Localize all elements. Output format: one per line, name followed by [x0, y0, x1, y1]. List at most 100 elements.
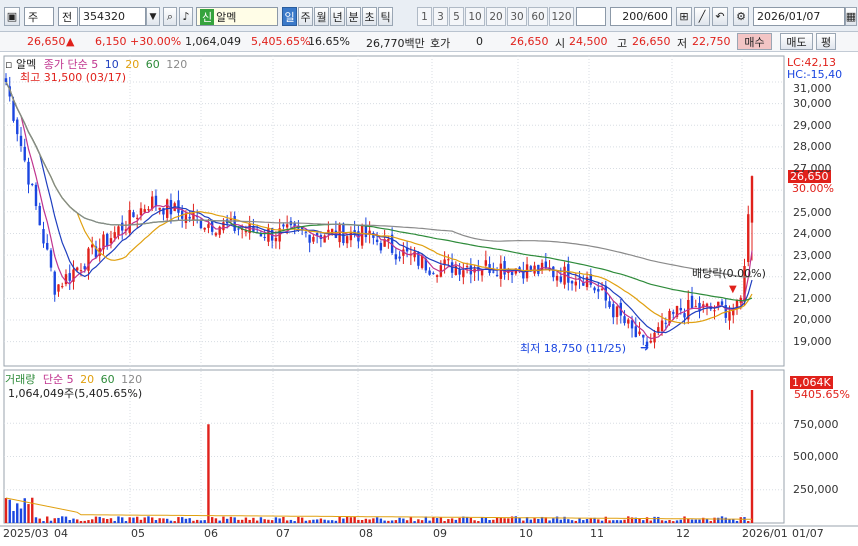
volume-bar — [83, 520, 86, 523]
y-tick: 23,000 — [793, 249, 832, 262]
type-select[interactable]: 전 — [58, 7, 78, 26]
candle-body — [323, 235, 326, 243]
candle-body — [679, 307, 682, 311]
count-field[interactable]: 200/600 — [610, 7, 672, 26]
volume-bar — [739, 517, 742, 523]
period-second-button[interactable]: 초 — [362, 7, 377, 26]
legend-ma20: 20 — [125, 58, 140, 71]
volume-bar — [334, 520, 338, 523]
volume-bar — [49, 520, 53, 523]
candle-body — [199, 220, 203, 229]
candle-body — [79, 270, 83, 272]
interval-select[interactable] — [576, 7, 606, 26]
legend-ma60: 60 — [145, 58, 160, 71]
x-tick: 04 — [54, 527, 68, 540]
market-select[interactable]: 주 — [24, 7, 54, 26]
grid-tool-icon[interactable]: ⊞ — [676, 7, 692, 26]
candle-body — [563, 266, 566, 285]
minute-5-button[interactable]: 5 — [449, 7, 464, 26]
candle-body — [57, 284, 60, 292]
volume-bar — [672, 521, 675, 523]
x-tick: 09 — [433, 527, 447, 540]
current-pct-tag: 30.00% — [792, 182, 834, 195]
calendar-icon[interactable]: ▦ — [845, 7, 857, 26]
x-tick: 05 — [131, 527, 145, 540]
volume-bar — [435, 518, 439, 523]
minute-30-button[interactable]: 30 — [507, 7, 527, 26]
volume-ratio: 5,405.65% — [251, 35, 311, 48]
minute-1-button[interactable]: 1 — [417, 7, 432, 26]
code-input[interactable]: 354320 — [79, 7, 146, 26]
volume-bar — [649, 520, 652, 523]
minute-3-button[interactable]: 3 — [433, 7, 448, 26]
period-day-button[interactable]: 일 — [282, 7, 297, 26]
volume-bar — [16, 503, 19, 523]
candle-body — [379, 242, 383, 251]
volume-bar — [405, 520, 409, 523]
period-week-button[interactable]: 주 — [298, 7, 313, 26]
volume-bar — [664, 520, 667, 523]
dividend-marker-icon: ▼ — [729, 284, 737, 295]
x-tick: 06 — [204, 527, 218, 540]
volume-bar — [402, 518, 405, 523]
volume-bar — [627, 516, 630, 523]
new-badge: 신 — [200, 8, 215, 25]
volume-bar — [154, 520, 158, 523]
period-label: 분 — [348, 10, 359, 24]
volume-bar — [274, 517, 278, 523]
candle-body — [597, 289, 600, 292]
volume-bar — [578, 518, 581, 523]
volume-bar — [747, 521, 750, 523]
candle-body — [349, 231, 353, 241]
volume-bar — [285, 520, 289, 523]
period-month-button[interactable]: 월 — [314, 7, 329, 26]
market-value: 주 — [28, 10, 39, 24]
period-year-button[interactable]: 년 — [330, 7, 345, 26]
volume-bar — [165, 518, 169, 523]
chevron-down-icon[interactable]: ▼ — [146, 7, 160, 26]
candle-body — [237, 228, 240, 230]
gear-icon[interactable]: ⚙ — [733, 7, 749, 26]
menu-icon[interactable]: ▣ — [4, 7, 20, 26]
y-tick: 21,000 — [793, 292, 832, 305]
volume-bar — [330, 520, 334, 523]
period-tick-button[interactable]: 틱 — [378, 7, 393, 26]
volume-bar — [259, 517, 263, 523]
volume-bar — [413, 521, 416, 523]
volume-bar — [720, 516, 724, 523]
candle-body — [608, 301, 611, 308]
low-label: 저 — [677, 37, 688, 50]
volume-bar — [642, 520, 645, 523]
volume-bar — [387, 520, 390, 523]
minute-20-button[interactable]: 20 — [486, 7, 506, 26]
count-value: 200/600 — [622, 10, 668, 23]
date-field[interactable]: 2026/01/07 — [753, 7, 845, 26]
y-tick: 22,000 — [793, 270, 832, 283]
restore-icon[interactable]: ↶ — [712, 7, 728, 26]
volume-bar — [297, 516, 300, 523]
eval-button[interactable]: 평 — [816, 33, 836, 50]
period-label: 초 — [364, 10, 375, 24]
candle-body — [664, 322, 667, 324]
search-icon[interactable]: ⌕ — [163, 7, 177, 26]
volume-bar — [12, 510, 15, 523]
volume-bar — [180, 517, 184, 523]
volume-bar — [390, 520, 394, 523]
minute-60-button[interactable]: 60 — [528, 7, 548, 26]
volume-bar — [432, 517, 435, 523]
minute-label: 20 — [489, 10, 503, 23]
draw-line-icon[interactable]: ╱ — [694, 7, 710, 26]
sell-button[interactable]: 매도 — [780, 33, 813, 50]
period-minute-button[interactable]: 분 — [346, 7, 361, 26]
volume-bar — [338, 516, 341, 523]
candle-body — [158, 207, 161, 210]
chart-area[interactable]: ➜▼ — [0, 52, 858, 546]
speaker-icon[interactable]: ♪ — [179, 7, 193, 26]
minute-10-button[interactable]: 10 — [465, 7, 485, 26]
buy-button[interactable]: 매수 — [737, 33, 772, 50]
volume-bar — [177, 517, 180, 523]
y-tick: 27,000 — [793, 162, 832, 175]
candle-body — [495, 274, 499, 276]
volume-bar — [124, 521, 128, 523]
minute-120-button[interactable]: 120 — [549, 7, 574, 26]
